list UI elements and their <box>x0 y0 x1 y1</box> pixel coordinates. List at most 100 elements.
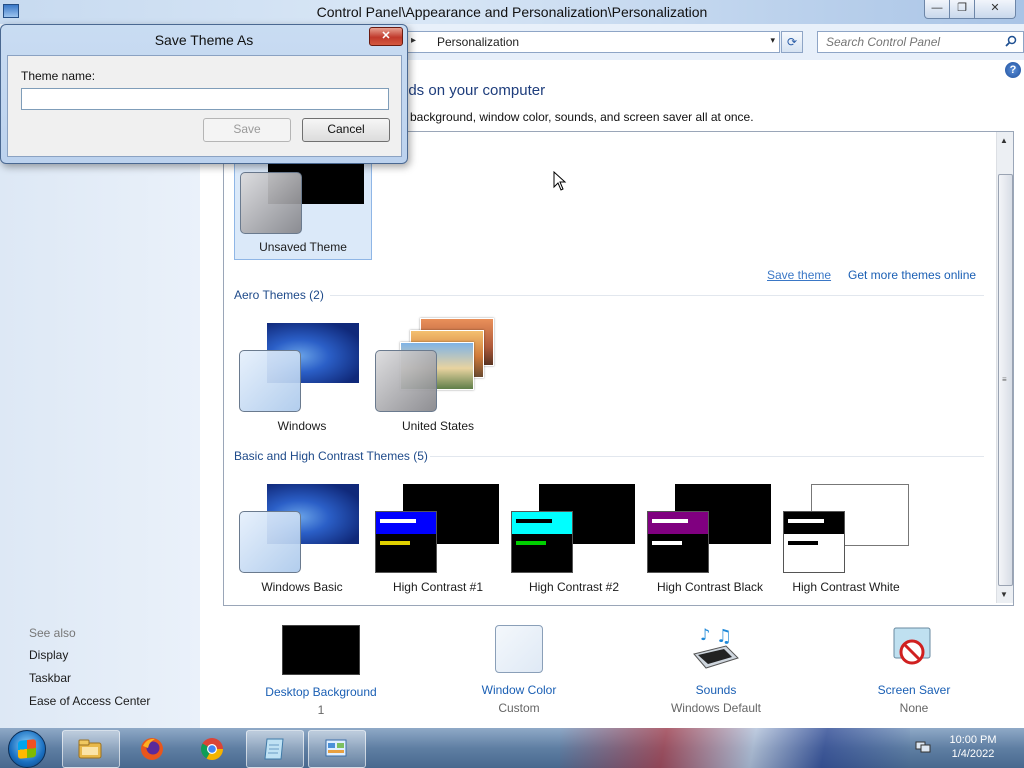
mouse-cursor-icon <box>553 171 567 191</box>
maximize-button[interactable]: ❐ <box>949 0 975 19</box>
clock-date: 1/4/2022 <box>951 748 995 760</box>
window-color-preview <box>511 511 573 573</box>
desktop-background-value: 1 <box>317 703 325 717</box>
theme-label: Windows Basic <box>261 580 343 594</box>
refresh-button[interactable]: ⟳ <box>781 31 803 53</box>
theme-windows-basic[interactable]: Windows Basic <box>234 477 370 602</box>
taskbar-clock[interactable]: 10:00 PM 1/4/2022 <box>938 733 1008 761</box>
theme-high-contrast-1[interactable]: High Contrast #1 <box>370 477 506 602</box>
window-color-preview <box>783 511 845 573</box>
theme-name-input[interactable] <box>21 88 389 110</box>
theme-name-label: Theme name: <box>21 69 96 83</box>
theme-high-contrast-black[interactable]: High Contrast Black <box>642 477 778 602</box>
scroll-thumb[interactable]: ≡ <box>998 174 1013 586</box>
cancel-button[interactable]: Cancel <box>302 118 390 142</box>
hc-text-line <box>788 541 818 545</box>
search-icon[interactable] <box>1005 35 1017 47</box>
hc-title-bar <box>648 512 708 534</box>
minimize-button[interactable]: — <box>924 0 950 19</box>
save-theme-dialog: Save Theme As ✕ Theme name: Save Cancel <box>0 24 408 164</box>
get-more-themes-link[interactable]: Get more themes online <box>848 268 976 282</box>
hc-title-text <box>380 519 416 523</box>
taskbar-notepad-button[interactable] <box>246 730 304 768</box>
taskbar-control-panel-button[interactable] <box>308 730 366 768</box>
screen-saver-link[interactable]: Screen Saver <box>834 683 994 697</box>
taskbar-background <box>560 728 910 768</box>
theme-windows[interactable]: Windows <box>234 316 370 441</box>
svg-text:♪: ♪ <box>700 625 710 644</box>
window-color-preview <box>375 350 437 412</box>
window-color-value: Custom <box>498 701 540 715</box>
help-icon[interactable]: ? <box>1005 62 1021 78</box>
screen-saver-icon[interactable] <box>888 624 940 674</box>
taskbar-firefox-button[interactable] <box>124 730 182 768</box>
theme-united-states[interactable]: United States <box>370 316 506 441</box>
window-title: Control Panel\Appearance and Personaliza… <box>316 4 708 20</box>
window-titlebar[interactable]: Control Panel\Appearance and Personaliza… <box>0 0 1024 24</box>
taskbar-explorer-button[interactable] <box>62 730 120 768</box>
address-bar[interactable]: ▸ Personalization ▾ <box>400 31 780 53</box>
breadcrumb-personalization[interactable]: Personalization <box>437 35 519 49</box>
desktop-background-preview[interactable] <box>282 625 360 675</box>
save-button[interactable]: Save <box>203 118 291 142</box>
window-color-preview[interactable] <box>495 625 543 673</box>
sounds-link[interactable]: Sounds <box>636 683 796 697</box>
taskbar: 10:00 PM 1/4/2022 <box>0 728 1024 768</box>
theme-label: High Contrast #2 <box>528 580 620 594</box>
screen-saver-item[interactable]: Screen Saver None <box>834 624 994 715</box>
search-box[interactable] <box>817 31 1024 53</box>
theme-label: United States <box>401 419 475 433</box>
breadcrumb-chevron-icon[interactable]: ▸ <box>411 35 416 46</box>
save-theme-link[interactable]: Save theme <box>767 268 831 282</box>
theme-high-contrast-white[interactable]: High Contrast White <box>778 477 914 602</box>
basic-themes-heading: Basic and High Contrast Themes (5) <box>234 449 428 463</box>
see-also-taskbar-link[interactable]: Taskbar <box>29 671 71 685</box>
window-color-preview <box>240 172 302 234</box>
dialog-title: Save Theme As <box>154 32 254 48</box>
theme-label: Windows <box>277 419 327 433</box>
close-button[interactable]: ✕ <box>974 0 1016 19</box>
folder-icon <box>78 739 102 759</box>
dialog-body: Theme name: Save Cancel <box>7 55 402 157</box>
hc-title-bar <box>512 512 572 534</box>
sounds-icon[interactable]: ♪ ♫ <box>690 624 742 674</box>
see-also-label: See also <box>29 626 76 640</box>
address-dropdown-icon[interactable]: ▾ <box>770 35 775 46</box>
see-also-ease-of-access-link[interactable]: Ease of Access Center <box>29 694 150 708</box>
search-input[interactable] <box>818 32 1006 52</box>
scroll-up-icon[interactable]: ▲ <box>1000 136 1008 145</box>
theme-high-contrast-2[interactable]: High Contrast #2 <box>506 477 642 602</box>
section-divider <box>430 456 984 457</box>
desktop-background-link[interactable]: Desktop Background <box>241 685 401 699</box>
theme-label: High Contrast White <box>792 580 900 594</box>
theme-label: High Contrast #1 <box>392 580 484 594</box>
sounds-value: Windows Default <box>670 701 762 715</box>
window-color-link[interactable]: Window Color <box>439 683 599 697</box>
clock-time: 10:00 PM <box>949 734 997 746</box>
desktop-background-item[interactable]: Desktop Background 1 <box>241 624 401 717</box>
windows-logo-icon <box>18 739 36 759</box>
page-subheading: p background, window color, sounds, and … <box>400 110 754 124</box>
hc-title-bar <box>784 512 844 534</box>
theme-list-scrollbar[interactable]: ▲ ≡ ▼ <box>996 132 1013 603</box>
taskbar-chrome-button[interactable] <box>184 730 242 768</box>
hc-text-line <box>516 541 546 545</box>
scroll-grip-icon: ≡ <box>1002 375 1007 384</box>
window-color-item[interactable]: Window Color Custom <box>439 624 599 715</box>
dialog-close-button[interactable]: ✕ <box>369 27 403 46</box>
hc-title-text <box>652 519 688 523</box>
window-color-preview <box>239 511 301 573</box>
scroll-down-icon[interactable]: ▼ <box>1000 590 1008 599</box>
section-divider <box>330 295 984 296</box>
start-button[interactable] <box>8 730 46 768</box>
svg-text:♫: ♫ <box>716 626 732 647</box>
window-color-preview <box>375 511 437 573</box>
see-also-display-link[interactable]: Display <box>29 648 68 662</box>
page-heading: nds on your computer <box>400 82 546 99</box>
firefox-icon <box>141 738 163 760</box>
window-color-preview <box>239 350 301 412</box>
aero-themes-heading: Aero Themes (2) <box>234 288 324 302</box>
window-color-preview <box>647 511 709 573</box>
sounds-item[interactable]: ♪ ♫ Sounds Windows Default <box>636 624 796 715</box>
network-icon[interactable] <box>915 740 931 754</box>
